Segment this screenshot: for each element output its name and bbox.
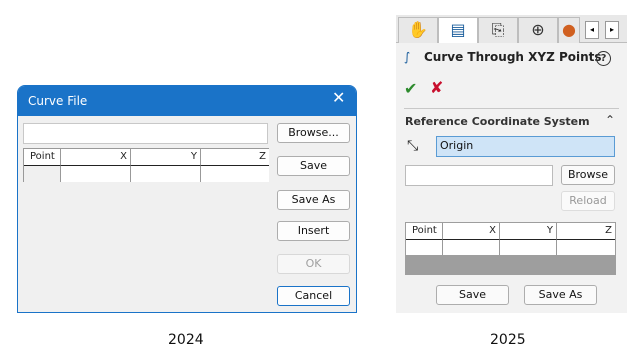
dialog-title: Curve File	[28, 94, 88, 108]
column-header-y: Y	[500, 223, 557, 240]
dialog-titlebar: Curve File ✕	[18, 86, 356, 116]
caption-2024: 2024	[168, 332, 204, 348]
ok-button[interactable]: OK	[277, 254, 350, 274]
feature-title-label: Curve Through XYZ Points	[424, 50, 602, 64]
coordinate-system-icon: ⤡	[407, 138, 419, 154]
ok-checkmark-icon[interactable]: ✔	[404, 79, 417, 98]
property-manager-icon[interactable]: ▤	[438, 17, 478, 43]
manager-tabs: ✋ ▤ ⎘ ⊕ ● ◂ ▸	[396, 15, 627, 43]
save-button[interactable]: Save	[277, 156, 350, 176]
points-grid[interactable]: Point X Y Z	[405, 222, 616, 275]
curve-icon: ∫	[404, 50, 411, 64]
save-as-button[interactable]: Save As	[277, 190, 350, 210]
z-cell[interactable]	[201, 166, 269, 182]
cancel-x-icon[interactable]: ✘	[430, 78, 443, 97]
divider	[404, 108, 619, 109]
x-cell[interactable]	[443, 240, 500, 255]
section-title: Reference Coordinate System	[405, 115, 590, 128]
column-header-y: Y	[131, 149, 201, 166]
file-path-input[interactable]	[23, 123, 268, 144]
appearance-icon[interactable]: ●	[558, 17, 580, 43]
file-path-input[interactable]	[405, 165, 553, 186]
column-header-point: Point	[406, 223, 443, 240]
feature-title: ∫ Curve Through XYZ Points	[404, 50, 622, 70]
cancel-button[interactable]: Cancel	[277, 286, 350, 306]
column-header-x: X	[443, 223, 500, 240]
row-header-cell	[24, 166, 61, 182]
column-header-z: Z	[557, 223, 615, 240]
configuration-manager-icon[interactable]: ⎘	[478, 17, 518, 43]
help-icon[interactable]: ?	[596, 51, 611, 66]
curve-file-dialog: Curve File ✕ Point X Y Z Browse... Save …	[17, 85, 357, 313]
property-manager-panel: ✋ ▤ ⎘ ⊕ ● ◂ ▸ ∫ Curve Through XYZ Points …	[396, 15, 627, 313]
column-header-x: X	[61, 149, 131, 166]
column-header-point: Point	[24, 149, 61, 166]
z-cell[interactable]	[557, 240, 615, 255]
x-cell[interactable]	[61, 166, 131, 182]
reload-button[interactable]: Reload	[561, 191, 615, 211]
close-icon[interactable]: ✕	[332, 90, 346, 106]
row-header-cell	[406, 240, 443, 255]
browse-button[interactable]: Browse...	[277, 123, 350, 143]
column-header-z: Z	[201, 149, 269, 166]
collapse-chevron-icon[interactable]: ⌃	[605, 113, 615, 127]
insert-button[interactable]: Insert	[277, 221, 350, 241]
feature-manager-icon[interactable]: ✋	[398, 17, 438, 43]
tab-scroll-right-icon[interactable]: ▸	[605, 21, 619, 39]
browse-button[interactable]: Browse	[561, 165, 615, 185]
tab-scroll-left-icon[interactable]: ◂	[585, 21, 599, 39]
dimxpert-icon[interactable]: ⊕	[518, 17, 558, 43]
save-as-button[interactable]: Save As	[524, 285, 597, 305]
y-cell[interactable]	[500, 240, 557, 255]
points-grid[interactable]: Point X Y Z	[23, 148, 269, 182]
coordinate-system-field[interactable]: Origin	[436, 136, 615, 157]
caption-2025: 2025	[490, 332, 526, 348]
save-button[interactable]: Save	[436, 285, 509, 305]
y-cell[interactable]	[131, 166, 201, 182]
